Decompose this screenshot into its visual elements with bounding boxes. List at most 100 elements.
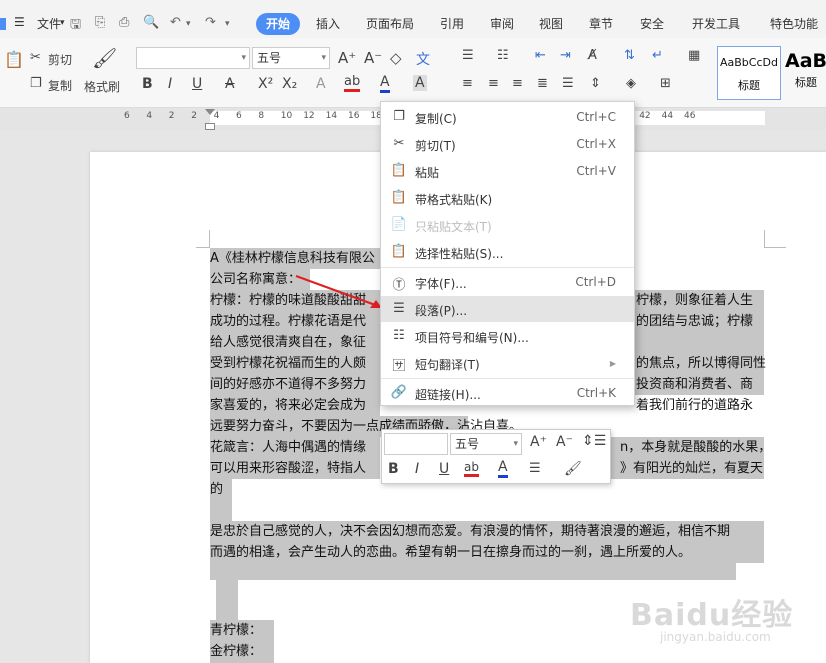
numbering-icon[interactable]: ☷ <box>497 48 509 63</box>
font-size-select[interactable]: 五号 ▾ <box>252 47 330 69</box>
text-effect-icon[interactable]: A <box>316 76 326 92</box>
grow-font-icon[interactable]: A⁺ <box>530 434 547 450</box>
menu-icon[interactable]: ☰ <box>14 15 25 29</box>
ruler-tick-label: 6 <box>236 111 242 121</box>
clear-format-icon[interactable]: ◇ <box>390 49 402 67</box>
distributed-icon[interactable]: ☰ <box>562 76 574 91</box>
underline-icon[interactable]: U <box>192 76 202 92</box>
tab-chapter[interactable]: 章节 <box>589 15 613 32</box>
sort-icon[interactable]: ⇅ <box>624 48 635 63</box>
subscript-icon[interactable]: X₂ <box>282 76 297 92</box>
pinyin-guide-icon[interactable]: 文 <box>416 49 430 69</box>
table-borders-icon[interactable]: ▦ <box>688 48 700 63</box>
format-painter-icon[interactable]: 🖌 <box>564 461 582 477</box>
underline-icon[interactable]: U <box>439 461 449 477</box>
font-color-icon[interactable]: A <box>498 460 508 478</box>
menu-item-paste-text-only: 📄 只粘贴文本(T) <box>381 212 634 238</box>
show-marks-icon[interactable]: ↵ <box>652 48 663 63</box>
undo-icon[interactable]: ↶ <box>170 15 181 30</box>
menu-item-bullets-numbering[interactable]: ☷ 项目符号和编号(N)... <box>381 323 634 349</box>
export-pdf-icon[interactable]: ⎘ <box>95 15 105 30</box>
menu-item-paste-special[interactable]: 📋 选择性粘贴(S)... <box>381 239 634 265</box>
doc-line-fragment: 的焦点，所以博得同性 <box>636 356 767 371</box>
copy-button[interactable]: 复制 <box>48 77 72 94</box>
borders-icon[interactable]: ⊞ <box>660 76 671 91</box>
grow-font-icon[interactable]: A⁺ <box>338 49 356 67</box>
tab-page-layout[interactable]: 页面布局 <box>366 15 414 32</box>
mini-font-size-select[interactable]: 五号 ▾ <box>450 433 522 455</box>
menu-item-paragraph[interactable]: ☰ 段落(P)... <box>381 296 634 322</box>
paste-text-icon: 📄 <box>390 217 408 232</box>
format-painter-icon[interactable]: 🖌 <box>92 46 117 70</box>
redo-icon[interactable]: ↷ <box>205 15 216 30</box>
tab-references[interactable]: 引用 <box>440 15 464 32</box>
menu-item-font[interactable]: Ⓣ 字体(F)... Ctrl+D <box>381 269 634 295</box>
justify-icon[interactable]: ≣ <box>537 76 548 91</box>
menu-item-label: 段落(P)... <box>415 304 468 318</box>
font-color-icon[interactable]: A <box>380 75 390 93</box>
shrink-font-icon[interactable]: A⁻ <box>364 49 382 67</box>
shrink-font-icon[interactable]: A⁻ <box>556 434 573 450</box>
menu-item-label: 短句翻译(T) <box>415 358 480 372</box>
menu-item-hyperlink[interactable]: 🔗 超链接(H)... Ctrl+K <box>381 380 634 406</box>
superscript-icon[interactable]: X² <box>258 76 273 92</box>
undo-dropdown-icon[interactable]: ▾ <box>186 19 191 29</box>
tab-security[interactable]: 安全 <box>640 15 664 32</box>
align-right-icon[interactable]: ≡ <box>512 76 523 91</box>
mini-font-name-select[interactable] <box>384 433 448 455</box>
doc-line: 是忠於自己感觉的人，决不会因幻想而恋爱。有浪漫的情怀，期待著浪漫的邂逅，相信不期 <box>210 524 731 539</box>
bold-icon[interactable]: B <box>142 76 153 92</box>
menu-item-paste[interactable]: 📋 粘贴 Ctrl+V <box>381 158 634 184</box>
tab-special-features[interactable]: 特色功能 <box>770 15 818 32</box>
chinese-layout-icon[interactable]: A̸ <box>588 48 597 63</box>
print-icon[interactable]: ⎙ <box>119 15 129 30</box>
highlight-icon[interactable]: ab <box>344 75 361 92</box>
italic-icon[interactable]: I <box>415 461 419 477</box>
style-heading-name: 标题 <box>795 76 817 89</box>
menu-item-translate[interactable]: 🈂 短句翻译(T) ▶ <box>381 350 634 376</box>
customize-dropdown-icon[interactable]: ▾ <box>225 19 230 29</box>
menu-item-paste-with-format[interactable]: 📋 带格式粘贴(K) <box>381 185 634 211</box>
menu-item-copy[interactable]: ❐ 复制(C) Ctrl+C <box>381 104 634 130</box>
tab-home[interactable]: 开始 <box>256 13 300 35</box>
character-shading-icon[interactable]: A <box>413 75 427 91</box>
tab-review[interactable]: 审阅 <box>490 15 514 32</box>
tab-view[interactable]: 视图 <box>539 15 563 32</box>
doc-line: 可以用来形容酸涩，特指人 <box>210 461 367 476</box>
italic-icon[interactable]: I <box>168 76 172 92</box>
copy-icon[interactable]: ❐ <box>30 76 42 91</box>
ruler-tick-label: 2 <box>168 111 175 121</box>
file-menu[interactable]: 文件 <box>37 15 61 32</box>
tab-insert[interactable]: 插入 <box>316 15 340 32</box>
print-preview-icon[interactable]: 🔍 <box>143 15 159 30</box>
align-left-icon[interactable]: ≡ <box>462 76 473 91</box>
file-dropdown-icon[interactable]: ▾ <box>60 18 65 28</box>
bullets-icon[interactable]: ☰ <box>462 48 474 63</box>
line-spacing-icon[interactable]: ⇕ <box>590 76 601 91</box>
bold-icon[interactable]: B <box>388 461 399 477</box>
align-center-icon[interactable]: ≡ <box>488 76 499 91</box>
line-spacing-icon[interactable]: ⇕☰ <box>582 433 606 449</box>
cut-button[interactable]: 剪切 <box>48 51 72 68</box>
indent-marker[interactable] <box>205 108 215 130</box>
increase-indent-icon[interactable]: ⇥ <box>560 48 571 63</box>
doc-line-fragment: n，本身就是酸酸的水果， <box>620 440 772 455</box>
tab-developer[interactable]: 开发工具 <box>692 15 740 32</box>
style-heading[interactable]: AaB 标题 <box>783 46 826 100</box>
cut-icon[interactable]: ✂ <box>30 50 41 65</box>
selection-highlight <box>210 563 736 580</box>
menu-item-label: 粘贴 <box>415 166 440 180</box>
menu-item-cut[interactable]: ✂ 剪切(T) Ctrl+X <box>381 131 634 157</box>
highlight-icon[interactable]: ab <box>464 460 479 477</box>
style-normal[interactable]: AaBbCcDd 标题 <box>717 46 781 100</box>
doc-line-fragment: 的团结与忠诚；柠檬 <box>636 314 754 329</box>
doc-line: 间的好感亦不道得不多努力 <box>210 377 367 392</box>
decrease-indent-icon[interactable]: ⇤ <box>535 48 546 63</box>
align-icon[interactable]: ☰ <box>529 461 541 476</box>
save-icon[interactable]: 🖫 <box>70 15 81 37</box>
strikethrough-icon[interactable]: A <box>225 76 235 92</box>
format-painter-button[interactable]: 格式刷 <box>84 78 120 95</box>
shading-icon[interactable]: ◈ <box>626 76 636 91</box>
paste-icon[interactable]: 📋 <box>4 50 24 69</box>
font-name-select[interactable]: ▾ <box>136 47 250 69</box>
